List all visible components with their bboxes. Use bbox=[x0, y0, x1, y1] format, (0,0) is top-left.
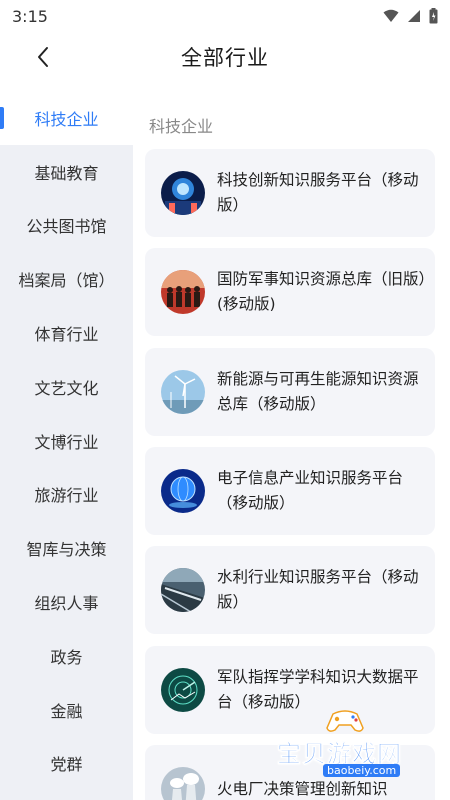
signal-icon bbox=[408, 10, 420, 22]
power-plant-thumbnail bbox=[161, 767, 205, 800]
status-icons bbox=[383, 8, 438, 24]
command-radar-thumbnail bbox=[161, 668, 205, 712]
card-title: 军队指挥学学科知识大数据平台（移动版） bbox=[217, 668, 419, 711]
sidebar-item-archives[interactable]: 档案局（馆） bbox=[0, 252, 133, 306]
platform-card[interactable]: 水利行业知识服务平台（移动版） bbox=[145, 546, 435, 634]
sidebar-item-public-library[interactable]: 公共图书馆 bbox=[0, 199, 133, 253]
card-title: 新能源与可再生能源知识资源总库（移动版） bbox=[217, 370, 419, 413]
sidebar-item-arts-culture[interactable]: 文艺文化 bbox=[0, 360, 133, 414]
card-title: 火电厂决策管理创新知识 bbox=[217, 779, 388, 798]
military-soldiers-thumbnail bbox=[161, 270, 205, 314]
sidebar-item-basic-education[interactable]: 基础教育 bbox=[0, 145, 133, 199]
electronic-globe-thumbnail bbox=[161, 469, 205, 513]
section-title: 科技企业 bbox=[149, 117, 214, 136]
platform-card[interactable]: 新能源与可再生能源知识资源总库（移动版） bbox=[145, 348, 435, 436]
sidebar-item-tourism[interactable]: 旅游行业 bbox=[0, 468, 133, 522]
header: 全部行业 bbox=[0, 32, 450, 82]
sidebar-item-finance[interactable]: 金融 bbox=[0, 683, 133, 737]
sidebar-item-sports[interactable]: 体育行业 bbox=[0, 306, 133, 360]
dam-thumbnail bbox=[161, 568, 205, 612]
sidebar-item-party-mass[interactable]: 党群 bbox=[0, 737, 133, 791]
sidebar-item-government[interactable]: 政务 bbox=[0, 629, 133, 683]
main-content: 科技企业 科技创新知识服务平台（移动版） 国防军事知识资源总库（旧版）(移动版)… bbox=[133, 91, 450, 800]
status-time: 3:15 bbox=[12, 6, 48, 26]
industry-sidebar: 科技企业 基础教育 公共图书馆 档案局（馆） 体育行业 文艺文化 文博行业 旅游… bbox=[0, 91, 133, 800]
battery-icon bbox=[429, 8, 438, 24]
card-title: 电子信息产业知识服务平台（移动版） bbox=[217, 469, 404, 512]
card-title: 国防军事知识资源总库（旧版）(移动版) bbox=[217, 270, 427, 313]
platform-card[interactable]: 科技创新知识服务平台（移动版） bbox=[145, 149, 435, 237]
page-title: 全部行业 bbox=[181, 46, 269, 70]
wind-turbine-thumbnail bbox=[161, 370, 205, 414]
sidebar-item-think-tank[interactable]: 智库与决策 bbox=[0, 521, 133, 575]
sidebar-item-museums[interactable]: 文博行业 bbox=[0, 414, 133, 468]
platform-card[interactable]: 国防军事知识资源总库（旧版）(移动版) bbox=[145, 248, 435, 336]
sidebar-item-tech-enterprise[interactable]: 科技企业 bbox=[0, 91, 133, 145]
chevron-left-icon bbox=[38, 47, 48, 67]
card-title: 科技创新知识服务平台（移动版） bbox=[217, 171, 419, 214]
platform-card[interactable]: 军队指挥学学科知识大数据平台（移动版） bbox=[145, 646, 435, 734]
status-bar: 3:15 bbox=[0, 0, 450, 32]
sidebar-item-personnel[interactable]: 组织人事 bbox=[0, 575, 133, 629]
card-title: 水利行业知识服务平台（移动版） bbox=[217, 568, 419, 611]
wifi-icon bbox=[383, 9, 399, 22]
tech-innovation-thumbnail bbox=[161, 171, 205, 215]
platform-card[interactable]: 火电厂决策管理创新知识 bbox=[145, 745, 435, 800]
back-button[interactable] bbox=[28, 42, 58, 72]
platform-card[interactable]: 电子信息产业知识服务平台（移动版） bbox=[145, 447, 435, 535]
